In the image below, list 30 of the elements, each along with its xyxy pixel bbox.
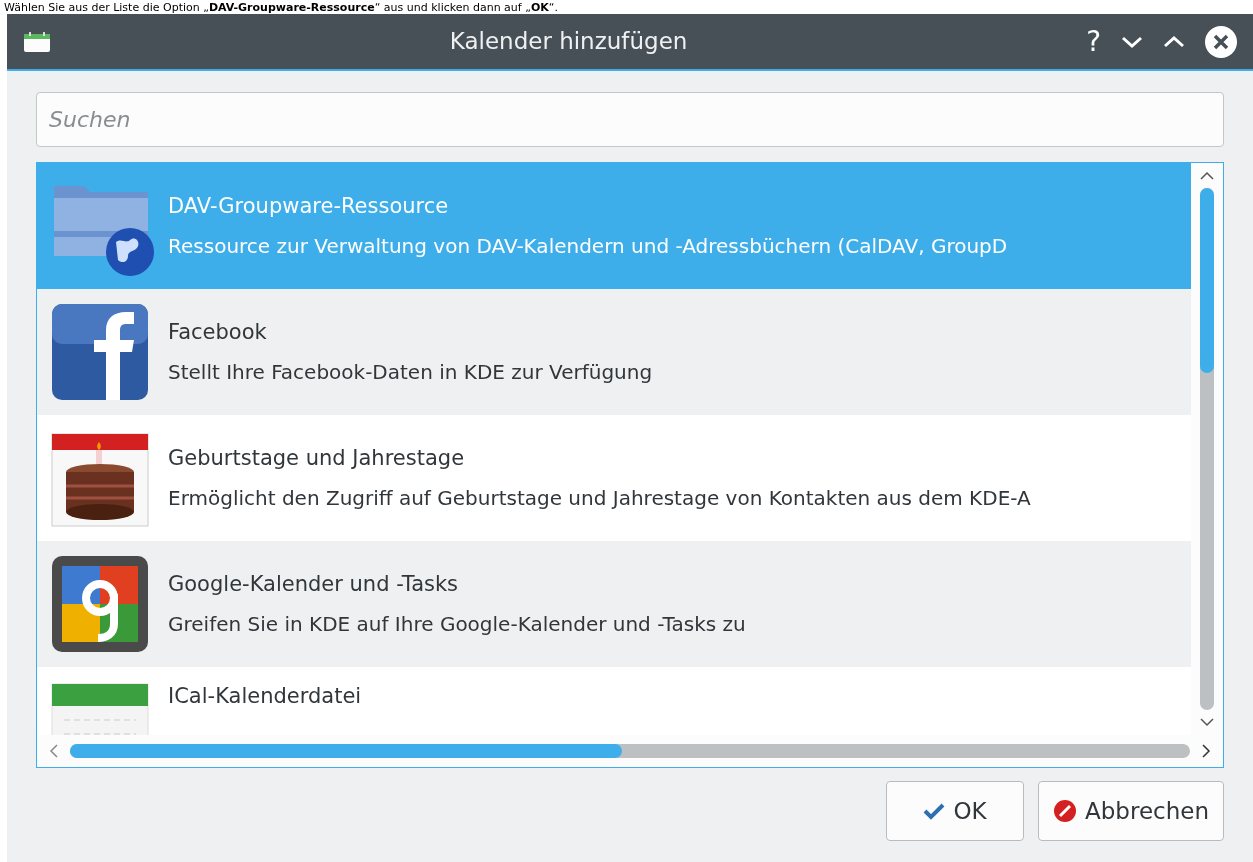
item-title: ICal-Kalenderdatei xyxy=(168,683,362,710)
minimize-icon[interactable] xyxy=(1121,34,1143,49)
item-title: Facebook xyxy=(168,319,268,347)
cancel-icon xyxy=(1053,799,1077,823)
checkmark-icon xyxy=(923,802,946,820)
item-title: DAV-Groupware-Ressource xyxy=(168,193,450,221)
item-title: Google-Kalender und -Tasks xyxy=(168,571,460,599)
scroll-right-icon[interactable] xyxy=(1202,744,1211,758)
cancel-button[interactable]: Abbrechen xyxy=(1038,781,1224,841)
scrollbar-thumb[interactable] xyxy=(1200,188,1214,373)
help-button[interactable]: ? xyxy=(1086,27,1101,56)
maximize-icon[interactable] xyxy=(1163,34,1185,49)
item-description: Stellt Ihre Facebook-Daten in KDE zur Verfügung xyxy=(168,358,653,386)
close-icon[interactable] xyxy=(1205,25,1237,58)
window-title: Kalender hinzufügen xyxy=(449,27,688,57)
item-title: Geburtstage und Jahrestage xyxy=(168,445,466,473)
ok-button[interactable]: OK xyxy=(886,781,1024,841)
scroll-up-icon[interactable] xyxy=(1200,171,1214,180)
item-description: Greifen Sie in KDE auf Ihre Google-Kalender und -Tasks zu xyxy=(168,610,746,638)
item-description: Ermöglicht den Zugriff auf Geburtstage und Jahrestage von Kontakten aus dem KDE-A xyxy=(168,484,1031,512)
instruction-text: Wählen Sie aus der Liste die Option „DAV-Groupware-Ressource“ aus und klicken dann auf „OK“. xyxy=(4,1,558,14)
item-description: Ressource zur Verwaltung von DAV-Kalendern und -Adressbüchern (CalDAV, GroupD xyxy=(168,232,1008,260)
scroll-left-icon[interactable] xyxy=(49,744,58,758)
list-item[interactable]: Facebook Stellt Ihre Facebook-Daten in KDE zur Verfügung xyxy=(37,289,1191,415)
list-item[interactable]: Google-Kalender und -Tasks Greifen Sie in KDE auf Ihre Google-Kalender und -Tasks zu xyxy=(37,541,1191,667)
scrollbar-thumb[interactable] xyxy=(70,744,622,758)
scroll-down-icon[interactable] xyxy=(1200,718,1214,727)
letter-f-icon xyxy=(50,302,150,402)
search-field[interactable]: Suchen xyxy=(36,92,1224,147)
calendar-icon xyxy=(23,30,51,53)
